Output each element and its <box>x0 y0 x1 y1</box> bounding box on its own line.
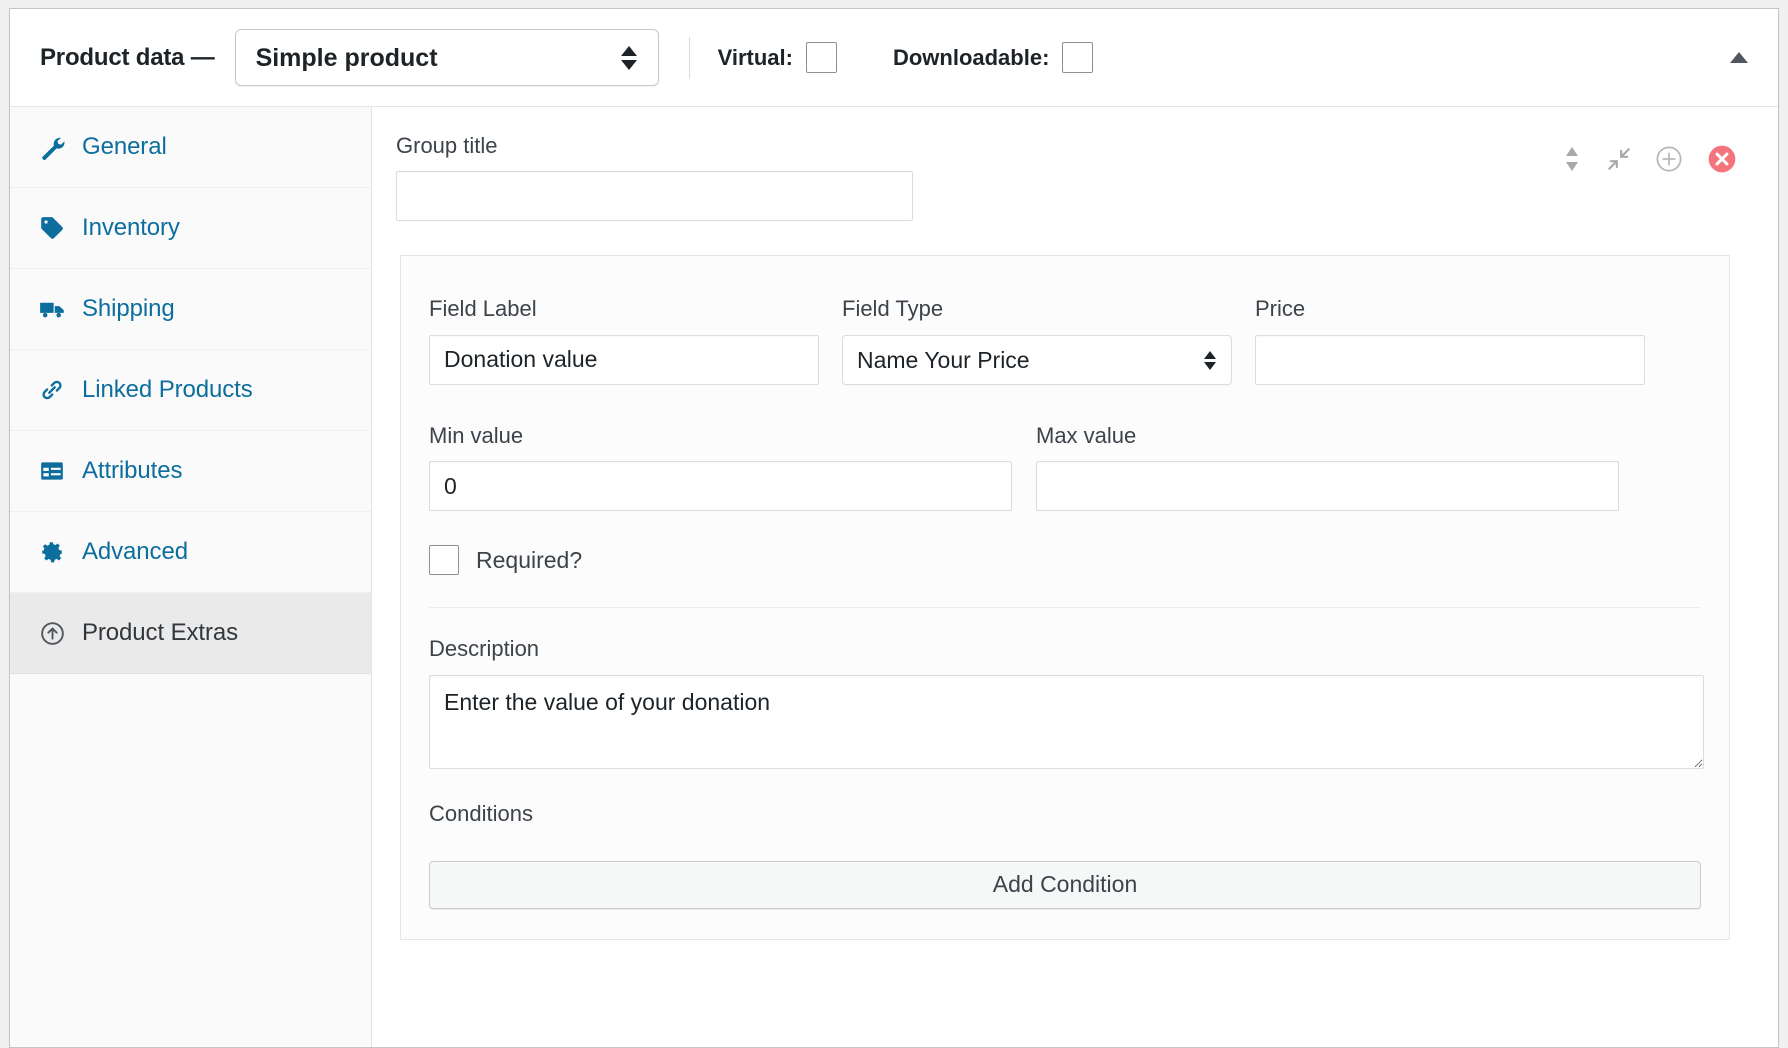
circle-up-arrow-icon <box>38 619 66 647</box>
sidebar-item-label: General <box>82 133 167 160</box>
field-label-caption: Field Label <box>429 296 537 322</box>
virtual-checkbox[interactable] <box>805 42 837 73</box>
wrench-icon <box>38 133 66 161</box>
tag-icon <box>38 214 66 242</box>
min-value-input[interactable] <box>429 461 1012 512</box>
required-label: Required? <box>476 546 583 573</box>
sidebar-item-label: Shipping <box>82 295 175 322</box>
downloadable-checkbox-group: Downloadable: <box>892 42 1094 73</box>
conditions-block: Conditions Add Condition <box>429 801 1701 909</box>
sidebar-item-advanced[interactable]: Advanced <box>10 512 371 593</box>
caret-up-icon <box>1730 52 1748 63</box>
sidebar-item-label: Linked Products <box>82 376 253 403</box>
product-extras-panel: Group title Field Label Donation value F… <box>372 107 1778 1047</box>
link-icon <box>38 376 66 404</box>
price-block: Price <box>1255 296 1645 385</box>
virtual-checkbox-group: Virtual: <box>718 42 837 73</box>
sidebar-item-label: Advanced <box>82 538 188 565</box>
field-label-input[interactable] <box>429 334 819 385</box>
field-row-primary: Field Label Field Type Name Your Price <box>429 296 1701 385</box>
min-value-block: Min value <box>429 422 1012 512</box>
product-type-select[interactable]: Simple product <box>234 29 659 86</box>
price-input[interactable] <box>1255 334 1645 385</box>
conditions-caption: Conditions <box>429 800 533 826</box>
price-caption: Price <box>1255 296 1306 322</box>
sidebar-item-attributes[interactable]: Attributes <box>10 431 371 512</box>
collapse-icon[interactable] <box>1606 146 1632 172</box>
field-type-caption: Field Type <box>842 296 944 322</box>
field-label-block: Field Label <box>429 296 819 385</box>
downloadable-checkbox[interactable] <box>1062 42 1094 73</box>
description-block: Description Enter the value of your dona… <box>429 636 1704 769</box>
field-row-minmax: Min value Max value <box>429 422 1701 512</box>
description-caption: Description <box>429 636 540 662</box>
sidebar-item-label: Inventory <box>82 214 180 241</box>
sidebar-item-shipping[interactable]: Shipping <box>10 269 371 350</box>
group-title-label: Group title <box>396 133 498 158</box>
product-data-header: Product data — Simple product Virtual: D… <box>10 9 1778 107</box>
add-circle-icon[interactable] <box>1654 144 1684 174</box>
max-value-block: Max value <box>1036 422 1619 512</box>
group-title-input[interactable] <box>396 171 913 222</box>
product-data-body: General Inventory Shipping Linked Produc… <box>10 107 1778 1047</box>
group-title-row: Group title <box>396 133 1748 222</box>
max-value-input[interactable] <box>1036 461 1619 512</box>
sidebar-item-inventory[interactable]: Inventory <box>10 188 371 269</box>
header-divider <box>688 36 690 79</box>
product-type-select-wrap: Simple product <box>234 29 659 86</box>
sidebar-item-product-extras[interactable]: Product Extras <box>10 593 371 674</box>
required-checkbox[interactable] <box>429 545 459 576</box>
required-row: Required? <box>429 545 1701 609</box>
sidebar-item-label: Attributes <box>82 457 183 484</box>
page-title: Product data — <box>40 43 215 71</box>
group-actions <box>1560 143 1738 175</box>
list-table-icon <box>38 457 66 485</box>
remove-circle-icon[interactable] <box>1706 143 1738 175</box>
sidebar-item-linked-products[interactable]: Linked Products <box>10 350 371 431</box>
truck-icon <box>38 295 66 323</box>
sidebar-item-general[interactable]: General <box>10 107 371 188</box>
virtual-label: Virtual: <box>717 44 793 70</box>
gear-icon <box>38 538 66 566</box>
downloadable-label: Downloadable: <box>892 44 1050 70</box>
description-textarea[interactable]: Enter the value of your donation <box>429 674 1704 769</box>
product-data-tabs: General Inventory Shipping Linked Produc… <box>10 107 372 1047</box>
product-data-metabox: Product data — Simple product Virtual: D… <box>9 8 1779 1048</box>
field-type-select[interactable]: Name Your Price <box>842 334 1232 385</box>
sort-handle-icon[interactable] <box>1560 145 1584 173</box>
group-title-block: Group title <box>396 133 913 222</box>
sidebar-item-label: Product Extras <box>82 619 238 646</box>
min-value-caption: Min value <box>429 422 524 448</box>
field-type-block: Field Type Name Your Price <box>842 296 1232 385</box>
max-value-caption: Max value <box>1036 422 1137 448</box>
add-condition-button[interactable]: Add Condition <box>429 860 1701 909</box>
extra-field-card: Field Label Field Type Name Your Price <box>400 255 1730 940</box>
panel-collapse-toggle[interactable] <box>1722 41 1756 75</box>
